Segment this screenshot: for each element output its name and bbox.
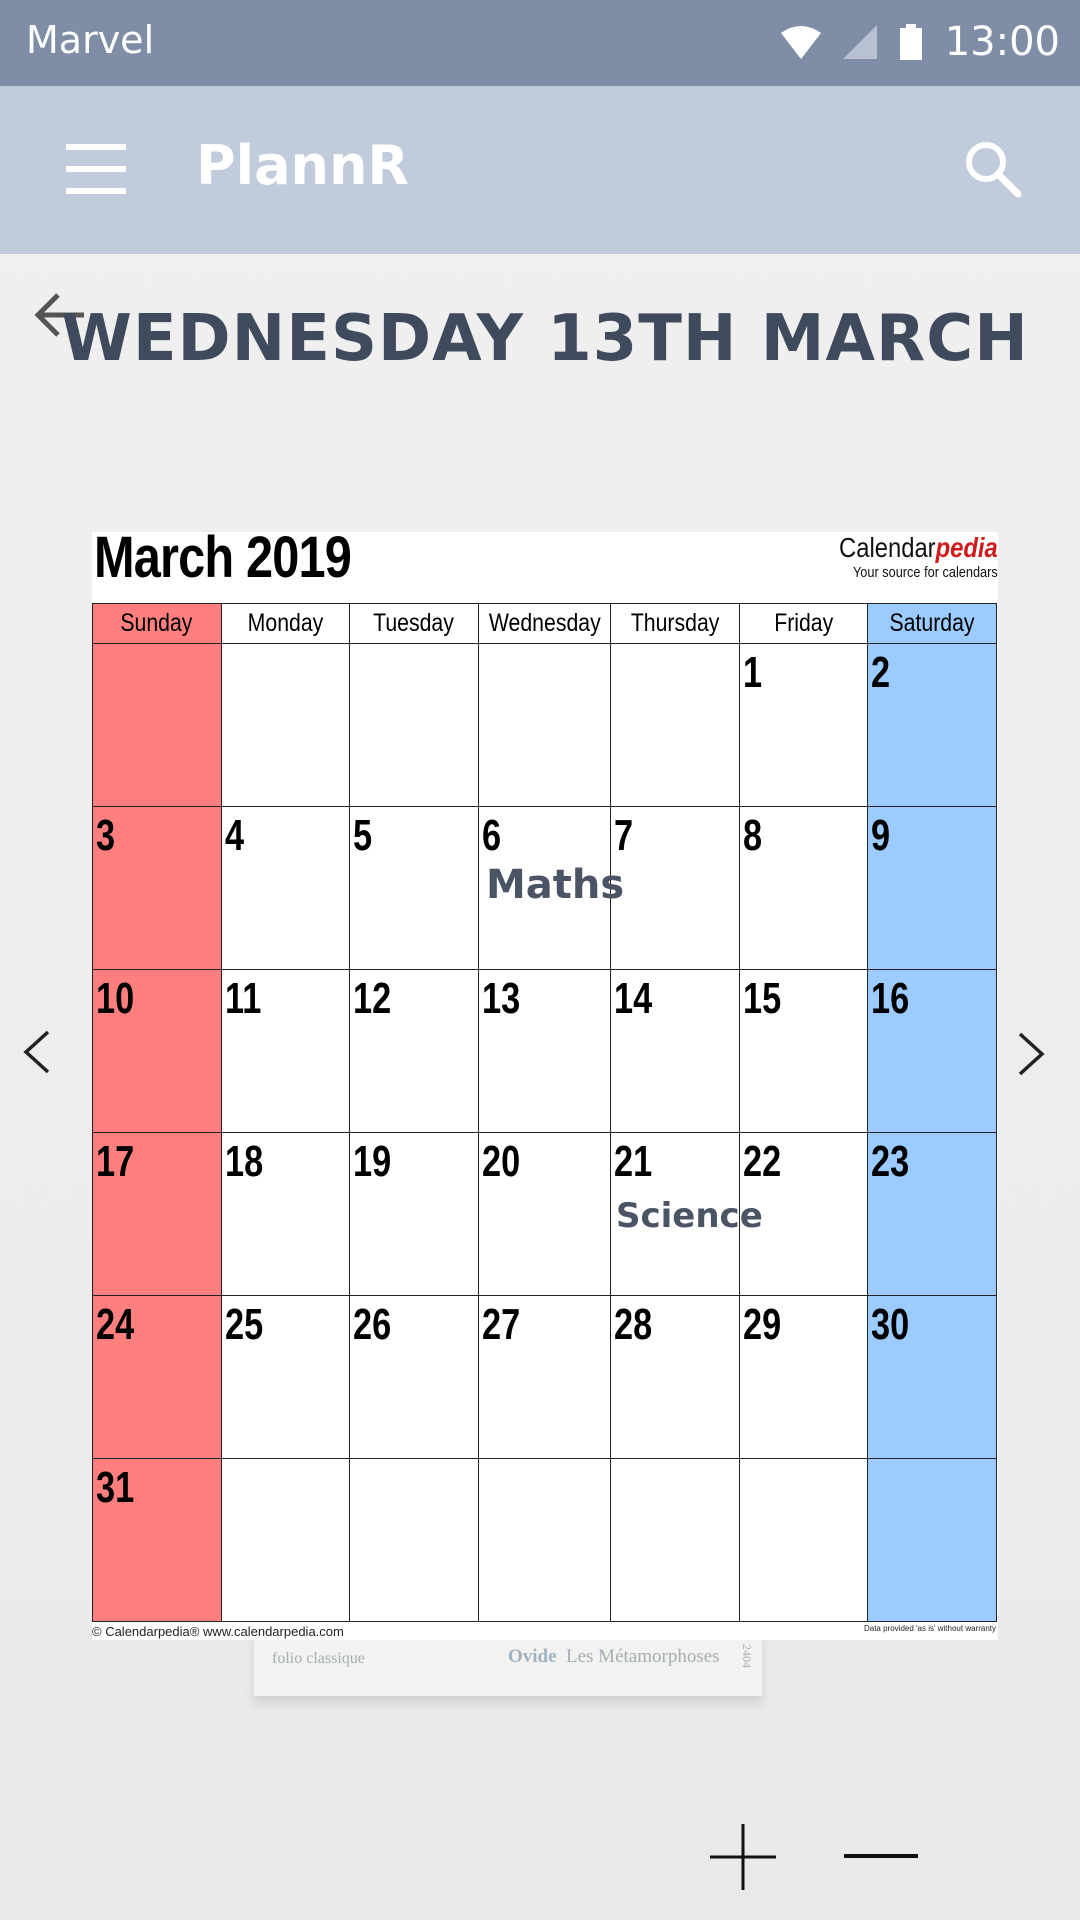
calendar-grid: Sunday Monday Tuesday Wednesday Thursday… [92,603,997,1622]
menu-icon-bar [66,166,126,172]
calendar-day: 14 [611,970,740,1133]
calendar-footer-left: © Calendarpedia® www.calendarpedia.com [92,1624,344,1639]
calendar-image: March 2019 Calendarpedia Your source for… [92,525,998,1640]
calendar-month-title: March 2019 [94,525,352,590]
day-header-tuesday: Tuesday [350,604,479,644]
status-icons: 13:00 [780,14,1060,70]
calendar-day: 26 [350,1296,479,1459]
prev-button[interactable] [18,1022,58,1082]
calendar-day [478,644,612,807]
logo-suffix: pedia [935,532,998,563]
calendar-day: 13 [478,970,612,1133]
calendar-day: 4 [221,807,351,970]
day-header-thursday: Thursday [611,604,740,644]
calendar-day: 30 [868,1296,997,1459]
calendar-day [93,644,222,807]
calendar-day: 27 [478,1296,612,1459]
calendar-day [350,644,479,807]
menu-icon-bar [66,188,126,194]
calendar-day: 29 [739,1296,869,1459]
calendarpedia-logo: Calendarpedia Your source for calendars [811,532,998,581]
calendar-day [221,644,351,807]
search-icon [966,142,1022,198]
calendar-day [739,1459,869,1622]
status-bar: Marvel 13:00 [0,0,1080,86]
calendar-day [350,1459,479,1622]
calendar-day: 12 [350,970,479,1133]
calendar-day [868,1459,997,1622]
book-code: 2404 [740,1644,754,1668]
calendar-day: 11 [221,970,351,1133]
day-header-monday: Monday [221,604,351,644]
next-button[interactable] [1010,1024,1050,1084]
book-folio: folio classique [272,1650,365,1667]
plus-icon [710,1824,776,1890]
calendar-day: 8 [739,807,869,970]
search-button[interactable] [958,134,1030,206]
calendar-day: 18 [221,1133,351,1296]
calendar-day: 17 [93,1133,222,1296]
calendar-day [478,1459,612,1622]
app-bar: PlannR [0,86,1080,254]
calendar-day [221,1459,351,1622]
page-title: WEDNESDAY 13TH MARCH [61,302,1029,376]
logo-main: Calendarpedia [839,532,998,564]
calendar-day: 10 [93,970,222,1133]
calendar-day: 19 [350,1133,479,1296]
remove-event-button[interactable] [842,1846,922,1866]
menu-icon [66,144,126,150]
app-title: PlannR [196,134,409,197]
chevron-right-icon [1018,1032,1045,1076]
calendar-footer-right: Data provided 'as is' without warranty [863,1624,996,1633]
day-header-wednesday: Wednesday [478,604,612,644]
calendar-day: 25 [221,1296,351,1459]
calendar-day: 20 [478,1133,612,1296]
carrier-label: Marvel [26,18,155,62]
minus-icon [844,1854,918,1858]
chevron-left-icon [23,1030,50,1074]
clock: 13:00 [944,19,1060,65]
calendar-day [611,644,740,807]
menu-button[interactable] [60,140,132,200]
calendar-day: 9 [868,807,997,970]
book-author: Ovide [508,1646,557,1667]
day-header-friday: Friday [739,604,869,644]
calendar-day: 1 [739,644,869,807]
logo-tagline: Your source for calendars [853,564,998,581]
battery-icon [899,24,922,60]
calendar-day: 23 [868,1133,997,1296]
wifi-icon [780,26,821,59]
book-title: Les Métamorphoses [566,1646,720,1667]
event-science[interactable]: Science [616,1196,763,1236]
calendar-day: 15 [739,970,869,1133]
calendar-day: 7 [611,807,740,970]
calendar-day: 24 [93,1296,222,1459]
calendar-day: 3 [93,807,222,970]
event-maths[interactable]: Maths [486,862,624,908]
calendar-day [611,1459,740,1622]
calendar-day: 2 [868,644,997,807]
day-header-saturday: Saturday [868,604,997,644]
calendar-day: 16 [868,970,997,1133]
signal-icon [842,25,877,59]
day-header-sunday: Sunday [93,604,222,644]
logo-prefix: Calendar [839,532,936,563]
calendar-day: 28 [611,1296,740,1459]
calendar-day: 31 [93,1459,222,1622]
calendar-day: 5 [350,807,479,970]
add-event-button[interactable] [708,1822,778,1892]
